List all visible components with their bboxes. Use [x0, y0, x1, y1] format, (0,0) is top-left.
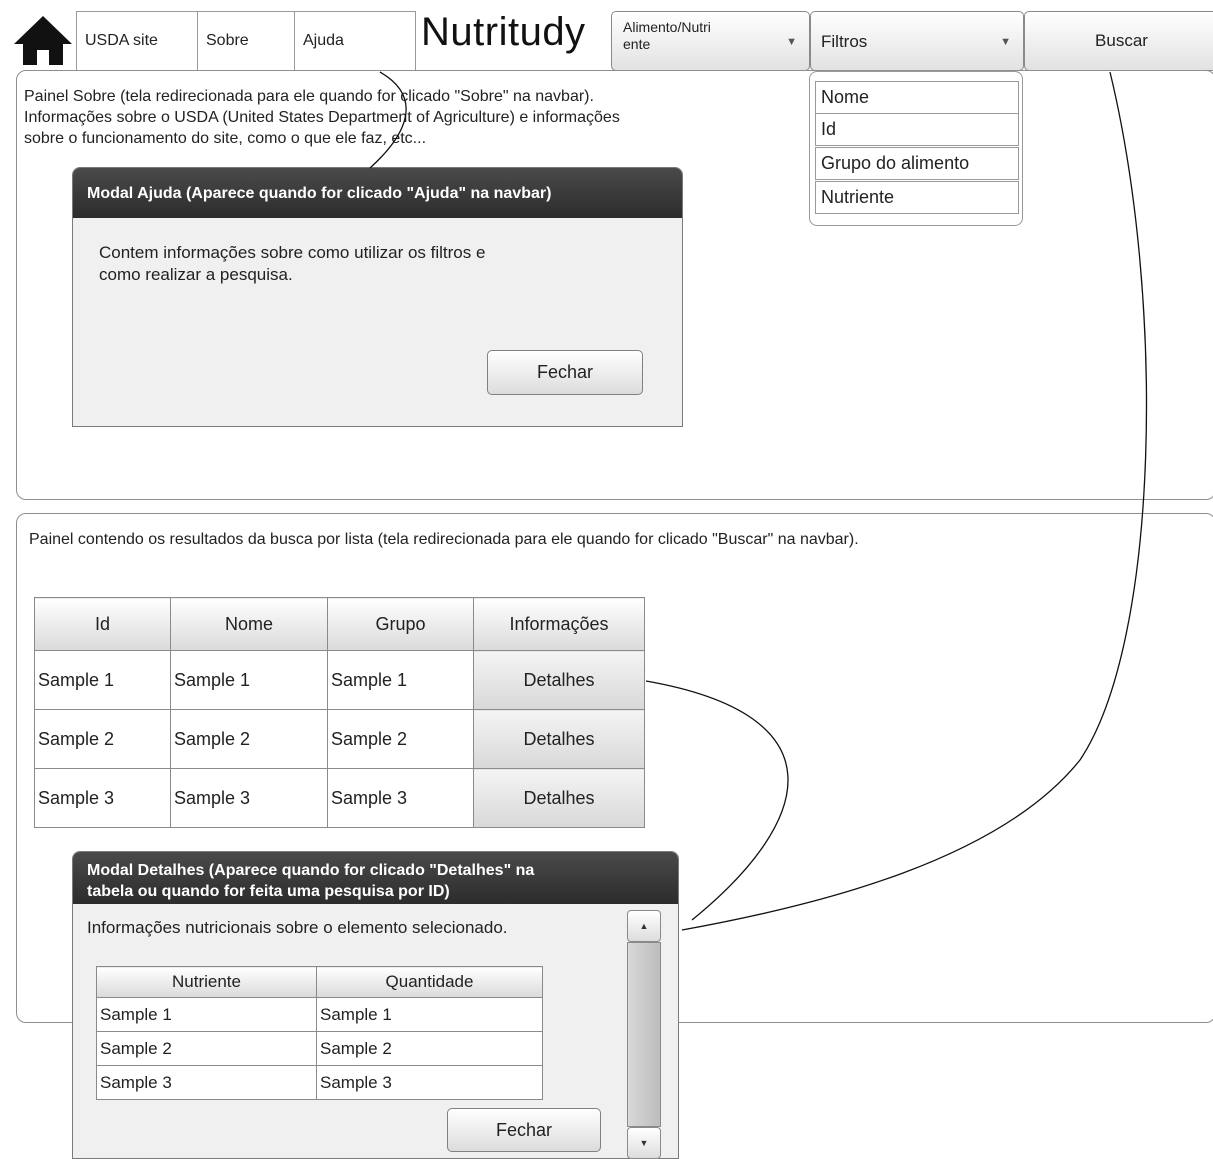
cell-quantidade: Sample 3 — [316, 1065, 543, 1100]
dropdown-arrow-icon: ▼ — [1000, 36, 1011, 48]
table-row: Sample 1 Sample 1 — [96, 997, 543, 1032]
results-panel-text: Painel contendo os resultados da busca p… — [29, 531, 859, 548]
filters-select-value: Filtros — [821, 32, 868, 51]
details-modal: Modal Detalhes (Aparece quando for clica… — [72, 851, 679, 1159]
nav-link-usda-site[interactable]: USDA site — [76, 11, 198, 72]
cell-nutriente: Sample 3 — [96, 1065, 317, 1100]
details-scrollbar[interactable]: ▲ ▼ — [627, 910, 661, 1159]
nav-link-ajuda[interactable]: Ajuda — [294, 11, 416, 72]
details-modal-title: Modal Detalhes (Aparece quando for clica… — [73, 852, 678, 904]
cell-grupo: Sample 1 — [327, 650, 474, 710]
search-button[interactable]: Buscar — [1024, 11, 1213, 71]
table-row: Sample 1 Sample 1 Sample 1 Detalhes — [34, 650, 645, 710]
cell-grupo: Sample 3 — [327, 768, 474, 828]
cell-quantidade: Sample 1 — [316, 997, 543, 1032]
cell-nome: Sample 3 — [170, 768, 328, 828]
cell-id: Sample 3 — [34, 768, 171, 828]
details-button[interactable]: Detalhes — [473, 650, 645, 710]
cell-grupo: Sample 2 — [327, 709, 474, 769]
table-row: Sample 3 Sample 3 Sample 3 Detalhes — [34, 768, 645, 828]
cell-quantidade: Sample 2 — [316, 1031, 543, 1066]
cell-id: Sample 2 — [34, 709, 171, 769]
help-close-button[interactable]: Fechar — [487, 350, 643, 395]
filter-option-grupo[interactable]: Grupo do alimento — [815, 147, 1019, 180]
help-modal-title: Modal Ajuda (Aparece quando for clicado … — [73, 168, 682, 218]
cell-nome: Sample 1 — [170, 650, 328, 710]
table-row: Sample 2 Sample 2 — [96, 1031, 543, 1066]
cell-nutriente: Sample 2 — [96, 1031, 317, 1066]
scrollbar-track[interactable] — [627, 942, 661, 1127]
details-modal-body: Informações nutricionais sobre o element… — [87, 918, 508, 937]
details-close-button[interactable]: Fechar — [447, 1108, 601, 1152]
triangle-down-icon[interactable]: ▼ — [627, 1127, 661, 1159]
nutrients-table: Nutriente Quantidade Sample 1 Sample 1 S… — [96, 966, 543, 1100]
results-header-grupo: Grupo — [327, 597, 474, 651]
nutrients-header-nutriente: Nutriente — [96, 966, 317, 998]
type-select-value: Alimento/Nutri ente — [623, 19, 711, 52]
nav-link-sobre[interactable]: Sobre — [197, 11, 295, 72]
results-table: Id Nome Grupo Informações Sample 1 Sampl… — [34, 597, 645, 828]
table-row: Sample 2 Sample 2 Sample 2 Detalhes — [34, 709, 645, 769]
results-header-nome: Nome — [170, 597, 328, 651]
help-modal: Modal Ajuda (Aparece quando for clicado … — [72, 167, 683, 427]
details-button[interactable]: Detalhes — [473, 768, 645, 828]
type-select[interactable]: Alimento/Nutri ente ▼ — [611, 11, 810, 71]
details-button[interactable]: Detalhes — [473, 709, 645, 769]
home-icon[interactable] — [12, 14, 74, 66]
cell-nome: Sample 2 — [170, 709, 328, 769]
cell-nutriente: Sample 1 — [96, 997, 317, 1032]
results-header-id: Id — [34, 597, 171, 651]
filter-option-nutriente[interactable]: Nutriente — [815, 181, 1019, 214]
triangle-up-icon[interactable]: ▲ — [627, 910, 661, 942]
nutrients-header-quantidade: Quantidade — [316, 966, 543, 998]
dropdown-arrow-icon: ▼ — [786, 36, 797, 48]
filter-option-nome[interactable]: Nome — [815, 81, 1019, 114]
filter-option-id[interactable]: Id — [815, 113, 1019, 146]
results-header-informacoes: Informações — [473, 597, 645, 651]
cell-id: Sample 1 — [34, 650, 171, 710]
filters-select[interactable]: Filtros ▼ — [810, 11, 1024, 71]
table-row: Sample 3 Sample 3 — [96, 1065, 543, 1100]
brand-title: Nutritudy — [421, 10, 586, 54]
help-modal-body: Contem informações sobre como utilizar o… — [99, 243, 486, 284]
about-panel-text: Painel Sobre (tela redirecionada para el… — [24, 88, 620, 147]
